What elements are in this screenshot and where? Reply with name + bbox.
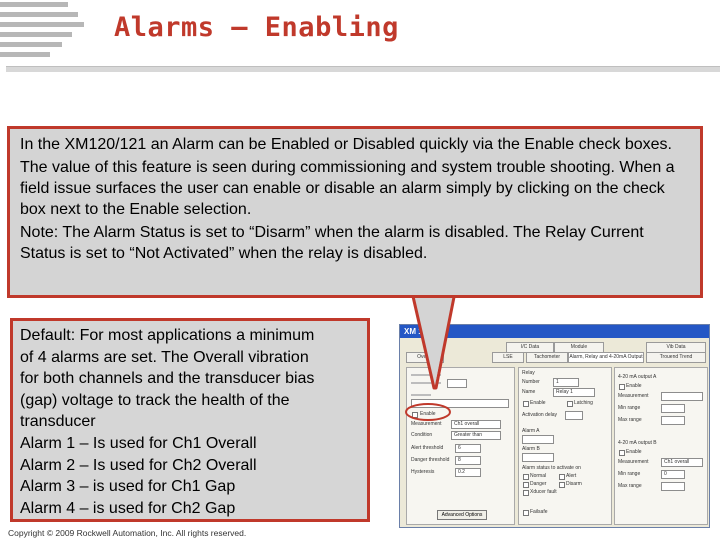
- callout-paragraph-2: The value of this feature is seen during…: [20, 159, 675, 218]
- alarm-assignment-line: Alarm 4 – is used for Ch2 Gap: [20, 499, 236, 517]
- enable-explanation-callout: In the XM120/121 an Alarm can be Enabled…: [7, 126, 703, 298]
- callout-paragraph-1: In the XM120/121 an Alarm can be Enabled…: [20, 136, 672, 153]
- default-alarms-callout: Default: For most applications a minimum…: [10, 318, 370, 522]
- copyright-footer: Copyright © 2009 Rockwell Automation, In…: [8, 528, 247, 538]
- alarm-assignment-line: Alarm 3 – is used for Ch1 Gap: [20, 478, 236, 496]
- default-line: for both channels and the transducer bia…: [20, 370, 315, 388]
- default-line: Default: For most applications a minimum: [20, 327, 315, 344]
- default-line: transducer: [20, 413, 96, 431]
- alarm-assignment-line: Alarm 2 – Is used for Ch2 Overall: [20, 456, 257, 474]
- alarm-assignment-line: Alarm 1 – Is used for Ch1 Overall: [20, 434, 257, 452]
- default-line: (gap) voltage to track the health of the: [20, 391, 290, 409]
- callout-paragraph-3: Note: The Alarm Status is set to “Disarm…: [20, 224, 644, 262]
- default-line: of 4 alarms are set. The Overall vibrati…: [20, 348, 309, 366]
